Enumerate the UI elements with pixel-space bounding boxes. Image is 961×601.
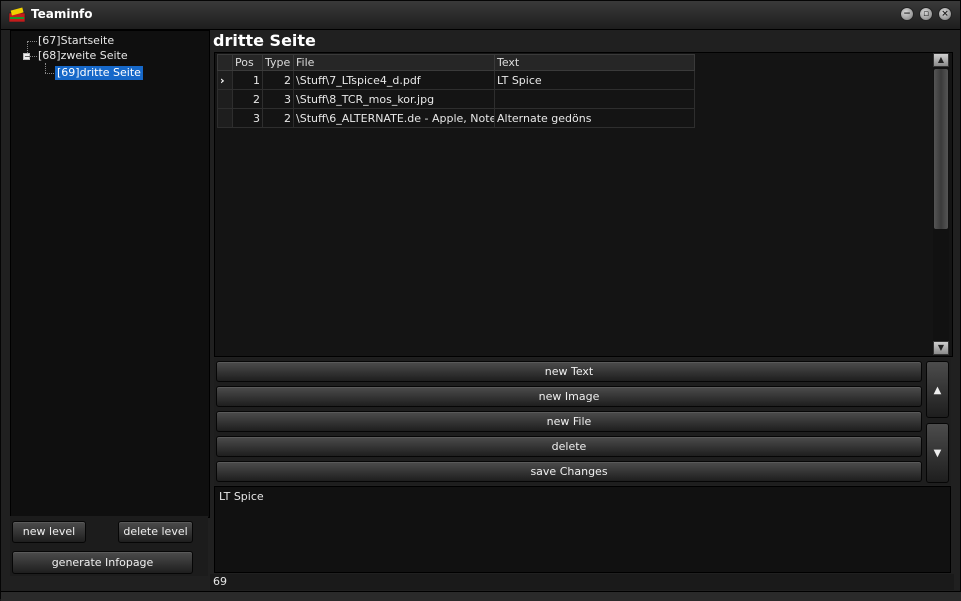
column-header-file[interactable]: File <box>293 54 495 71</box>
move-down-button[interactable]: ▼ <box>926 423 949 483</box>
new-file-button[interactable]: new File <box>216 411 922 432</box>
cell-type[interactable]: 2 <box>262 108 294 128</box>
minimize-icon: − <box>903 9 911 19</box>
column-header-pos[interactable]: Pos <box>232 54 263 71</box>
app-window: Teaminfo − ▫ × [67]Startseite − [68]zwei… <box>0 0 961 601</box>
scroll-down-icon[interactable]: ▼ <box>933 341 949 355</box>
page-tree[interactable]: [67]Startseite − [68]zweite Seite [69]dr… <box>10 30 210 518</box>
row-header <box>217 89 233 109</box>
maximize-button[interactable]: ▫ <box>919 7 933 21</box>
tree-item-dritte-seite[interactable]: [69]dritte Seite <box>55 66 143 80</box>
cell-text[interactable]: LT Spice <box>494 70 695 90</box>
tree-collapse-icon[interactable]: − <box>23 53 31 61</box>
scroll-up-icon[interactable]: ▲ <box>933 53 949 67</box>
tree-item-zweite-seite[interactable]: [68]zweite Seite <box>38 49 128 63</box>
row-header-corner <box>217 54 233 71</box>
status-bar: 69 <box>210 574 954 590</box>
cell-file[interactable]: \Stuff\7_LTspice4_d.pdf <box>293 70 495 90</box>
delete-level-button[interactable]: delete level <box>118 521 193 543</box>
new-level-button[interactable]: new level <box>12 521 86 543</box>
cell-text[interactable] <box>494 89 695 109</box>
cell-text[interactable]: Alternate gedöns <box>494 108 695 128</box>
save-changes-button[interactable]: save Changes <box>216 461 922 482</box>
tree-line <box>30 56 37 57</box>
table-row[interactable]: 2 3 \Stuff\8_TCR_mos_kor.jpg <box>217 89 695 109</box>
tree-line <box>45 73 54 74</box>
page-title: dritte Seite <box>213 31 316 50</box>
new-image-button[interactable]: new Image <box>216 386 922 407</box>
close-icon: × <box>941 9 949 19</box>
table-row[interactable]: › 1 2 \Stuff\7_LTspice4_d.pdf LT Spice <box>217 70 695 90</box>
row-header <box>217 108 233 128</box>
tree-item-startseite[interactable]: [67]Startseite <box>38 34 114 48</box>
delete-button[interactable]: delete <box>216 436 922 457</box>
close-button[interactable]: × <box>938 7 952 21</box>
cell-pos[interactable]: 1 <box>232 70 263 90</box>
table-header-row: Pos Type File Text <box>217 54 695 71</box>
title-bar[interactable]: Teaminfo − ▫ × <box>1 1 960 30</box>
text-editor[interactable]: LT Spice <box>214 486 951 573</box>
scrollbar-thumb[interactable] <box>934 69 948 229</box>
cell-type[interactable]: 2 <box>262 70 294 90</box>
current-row-indicator-icon: › <box>217 70 233 90</box>
status-id: 69 <box>213 575 227 588</box>
arrow-down-icon: ▼ <box>933 448 942 459</box>
move-up-button[interactable]: ▲ <box>926 361 949 418</box>
column-header-text[interactable]: Text <box>494 54 695 71</box>
items-grid[interactable]: Pos Type File Text › 1 2 \Stuff\7_LTspic… <box>214 52 953 357</box>
tree-line <box>27 41 37 42</box>
grid-vertical-scrollbar[interactable]: ▲ ▼ <box>933 53 949 355</box>
restore-icon: ▫ <box>922 9 930 19</box>
cell-type[interactable]: 3 <box>262 89 294 109</box>
minimize-button[interactable]: − <box>900 7 914 21</box>
cell-pos[interactable]: 3 <box>232 108 263 128</box>
cell-pos[interactable]: 2 <box>232 89 263 109</box>
window-title: Teaminfo <box>31 7 93 21</box>
cell-file[interactable]: \Stuff\8_TCR_mos_kor.jpg <box>293 89 495 109</box>
arrow-up-icon: ▲ <box>933 385 942 396</box>
cell-file[interactable]: \Stuff\6_ALTERNATE.de - Apple, Notebo <box>293 108 495 128</box>
generate-infopage-button[interactable]: generate Infopage <box>12 551 193 574</box>
app-logo-icon <box>8 7 26 23</box>
table-row[interactable]: 3 2 \Stuff\6_ALTERNATE.de - Apple, Noteb… <box>217 108 695 128</box>
bottom-strip <box>1 591 961 601</box>
new-text-button[interactable]: new Text <box>216 361 922 382</box>
items-table: Pos Type File Text › 1 2 \Stuff\7_LTspic… <box>217 54 695 128</box>
column-header-type[interactable]: Type <box>262 54 294 71</box>
tree-line <box>45 63 46 73</box>
